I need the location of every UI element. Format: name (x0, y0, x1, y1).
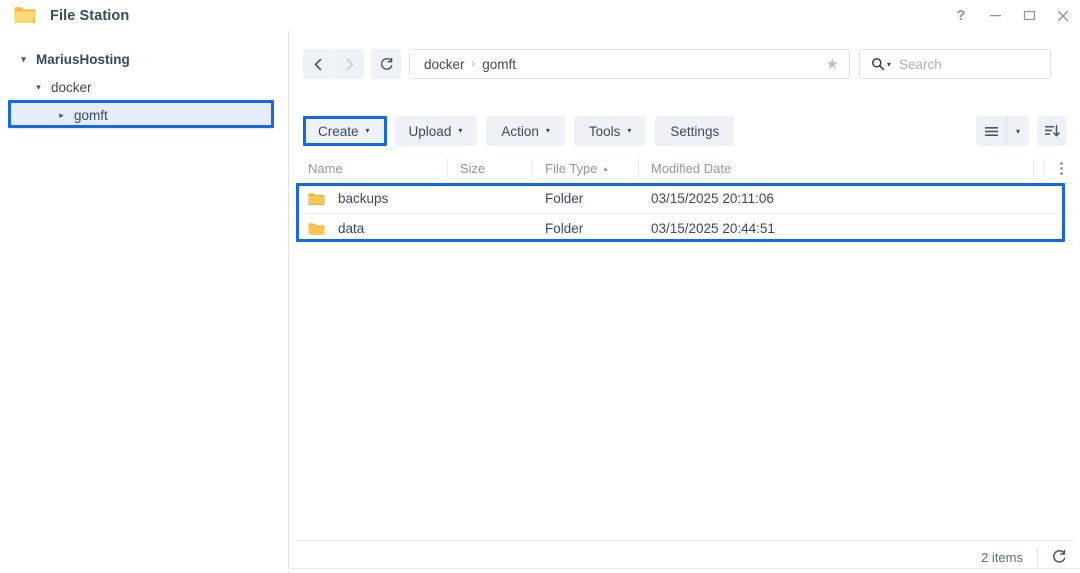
settings-button-label: Settings (670, 123, 720, 139)
table-row[interactable]: backups Folder 03/15/2025 20:11:06 (296, 184, 1074, 214)
minimize-button[interactable] (978, 0, 1012, 31)
sidebar: ▾ MariusHosting ▾ docker ▸ gomft (0, 31, 289, 572)
tools-button-label: Tools (588, 123, 621, 139)
upload-button-label: Upload (408, 123, 452, 139)
create-button-label: Create (318, 123, 359, 139)
search-box[interactable]: ▾ (859, 49, 1051, 79)
breadcrumb-item-0[interactable]: docker (424, 57, 465, 72)
upload-button[interactable]: Upload ▾ (393, 116, 478, 146)
chevron-right-icon[interactable]: ▸ (56, 110, 67, 120)
view-options-dropdown[interactable]: ▾ (1006, 116, 1029, 146)
column-header-modified-date[interactable]: Modified Date (639, 158, 1034, 179)
refresh-button[interactable] (371, 49, 401, 79)
chevron-down-icon: ▾ (365, 126, 370, 135)
folder-icon (308, 192, 325, 206)
chevron-down-icon: ▾ (458, 126, 463, 135)
minimize-icon (989, 15, 1001, 17)
sidebar-item-label: MariusHosting (36, 51, 130, 67)
file-name-cell: data (296, 221, 448, 236)
folder-icon (308, 222, 325, 236)
sidebar-item-label: docker (51, 79, 92, 95)
status-refresh-button[interactable] (1051, 549, 1067, 565)
navigation-bar: docker › gomft ★ ▾ (290, 48, 1080, 80)
column-header-name[interactable]: Name (296, 158, 448, 179)
chevron-right-icon (346, 58, 353, 70)
column-header-label: Size (460, 161, 486, 176)
window-bottom-divider (290, 568, 1080, 569)
file-name-cell: backups (296, 191, 448, 206)
sort-ascending-icon: ▴ (603, 163, 608, 173)
column-header-label: Name (308, 161, 343, 176)
chevron-down-icon: ▾ (545, 126, 550, 135)
forward-button[interactable] (333, 49, 364, 79)
file-modified-cell: 03/15/2025 20:44:51 (651, 221, 775, 236)
search-icon[interactable] (871, 57, 885, 71)
breadcrumb[interactable]: docker › gomft (410, 57, 826, 72)
search-input[interactable] (899, 56, 1040, 72)
main-panel: docker › gomft ★ ▾ Create (290, 31, 1080, 572)
column-header-file-type[interactable]: File Type ▴ (533, 158, 639, 179)
chevron-down-icon: ▾ (627, 126, 632, 135)
view-options-group: ▾ (976, 116, 1067, 146)
column-header-label: Modified Date (651, 161, 732, 176)
title-bar: File Station ? (0, 0, 1080, 32)
file-modified-cell: 03/15/2025 20:11:06 (651, 191, 774, 206)
table-row[interactable]: data Folder 03/15/2025 20:44:51 (296, 214, 1074, 244)
action-toolbar: Create ▾ Upload ▾ Action ▾ Tools ▾ Setti… (290, 116, 1080, 146)
file-list-header: Name Size File Type ▴ Modified Date (296, 154, 1074, 184)
help-icon: ? (956, 7, 966, 24)
settings-button[interactable]: Settings (655, 116, 735, 146)
chevron-down-icon[interactable]: ▾ (887, 60, 891, 69)
sidebar-item-docker[interactable]: ▾ docker (0, 73, 288, 101)
item-count-label: 2 items (981, 549, 1023, 565)
maximize-button[interactable] (1012, 0, 1046, 31)
close-button[interactable] (1046, 0, 1080, 31)
sidebar-item-mariushosting[interactable]: ▾ MariusHosting (0, 45, 288, 73)
file-name-label: backups (338, 191, 389, 206)
chevron-down-icon[interactable]: ▾ (33, 82, 44, 92)
sidebar-item-label: gomft (74, 107, 108, 123)
breadcrumb-separator: › (471, 58, 476, 70)
sort-descending-icon[interactable] (1037, 116, 1067, 146)
chevron-down-icon: ▾ (1015, 126, 1020, 136)
tools-button[interactable]: Tools ▾ (573, 116, 647, 146)
breadcrumb-item-1[interactable]: gomft (482, 57, 516, 72)
file-name-label: data (338, 221, 365, 236)
column-header-size[interactable]: Size (448, 158, 533, 179)
chevron-left-icon (314, 58, 321, 70)
chevron-down-icon[interactable]: ▾ (18, 54, 29, 64)
list-view-icon[interactable] (976, 116, 1006, 146)
status-divider (1037, 548, 1038, 566)
back-button[interactable] (303, 49, 333, 79)
action-button[interactable]: Action ▾ (486, 116, 565, 146)
file-station-window: File Station ? ▾ MariusHosting ▾ docker (0, 0, 1080, 572)
file-type-cell: Folder (545, 221, 584, 236)
column-header-label: File Type (545, 161, 598, 176)
maximize-icon (1023, 10, 1035, 21)
create-button[interactable]: Create ▾ (303, 116, 385, 146)
close-icon (1057, 10, 1069, 21)
star-icon[interactable]: ★ (826, 57, 839, 72)
file-type-cell: Folder (545, 191, 584, 206)
sidebar-item-gomft[interactable]: ▸ gomft (8, 101, 274, 129)
window-controls: ? (944, 0, 1080, 31)
folder-icon (13, 5, 37, 27)
refresh-icon (1053, 549, 1066, 563)
refresh-icon (380, 57, 392, 70)
action-button-label: Action (501, 123, 539, 139)
address-bar[interactable]: docker › gomft ★ (409, 49, 850, 79)
help-button[interactable]: ? (944, 0, 978, 31)
page-title: File Station (50, 7, 130, 24)
file-list: Name Size File Type ▴ Modified Date back… (296, 154, 1074, 540)
kebab-menu-icon[interactable] (1043, 158, 1069, 179)
